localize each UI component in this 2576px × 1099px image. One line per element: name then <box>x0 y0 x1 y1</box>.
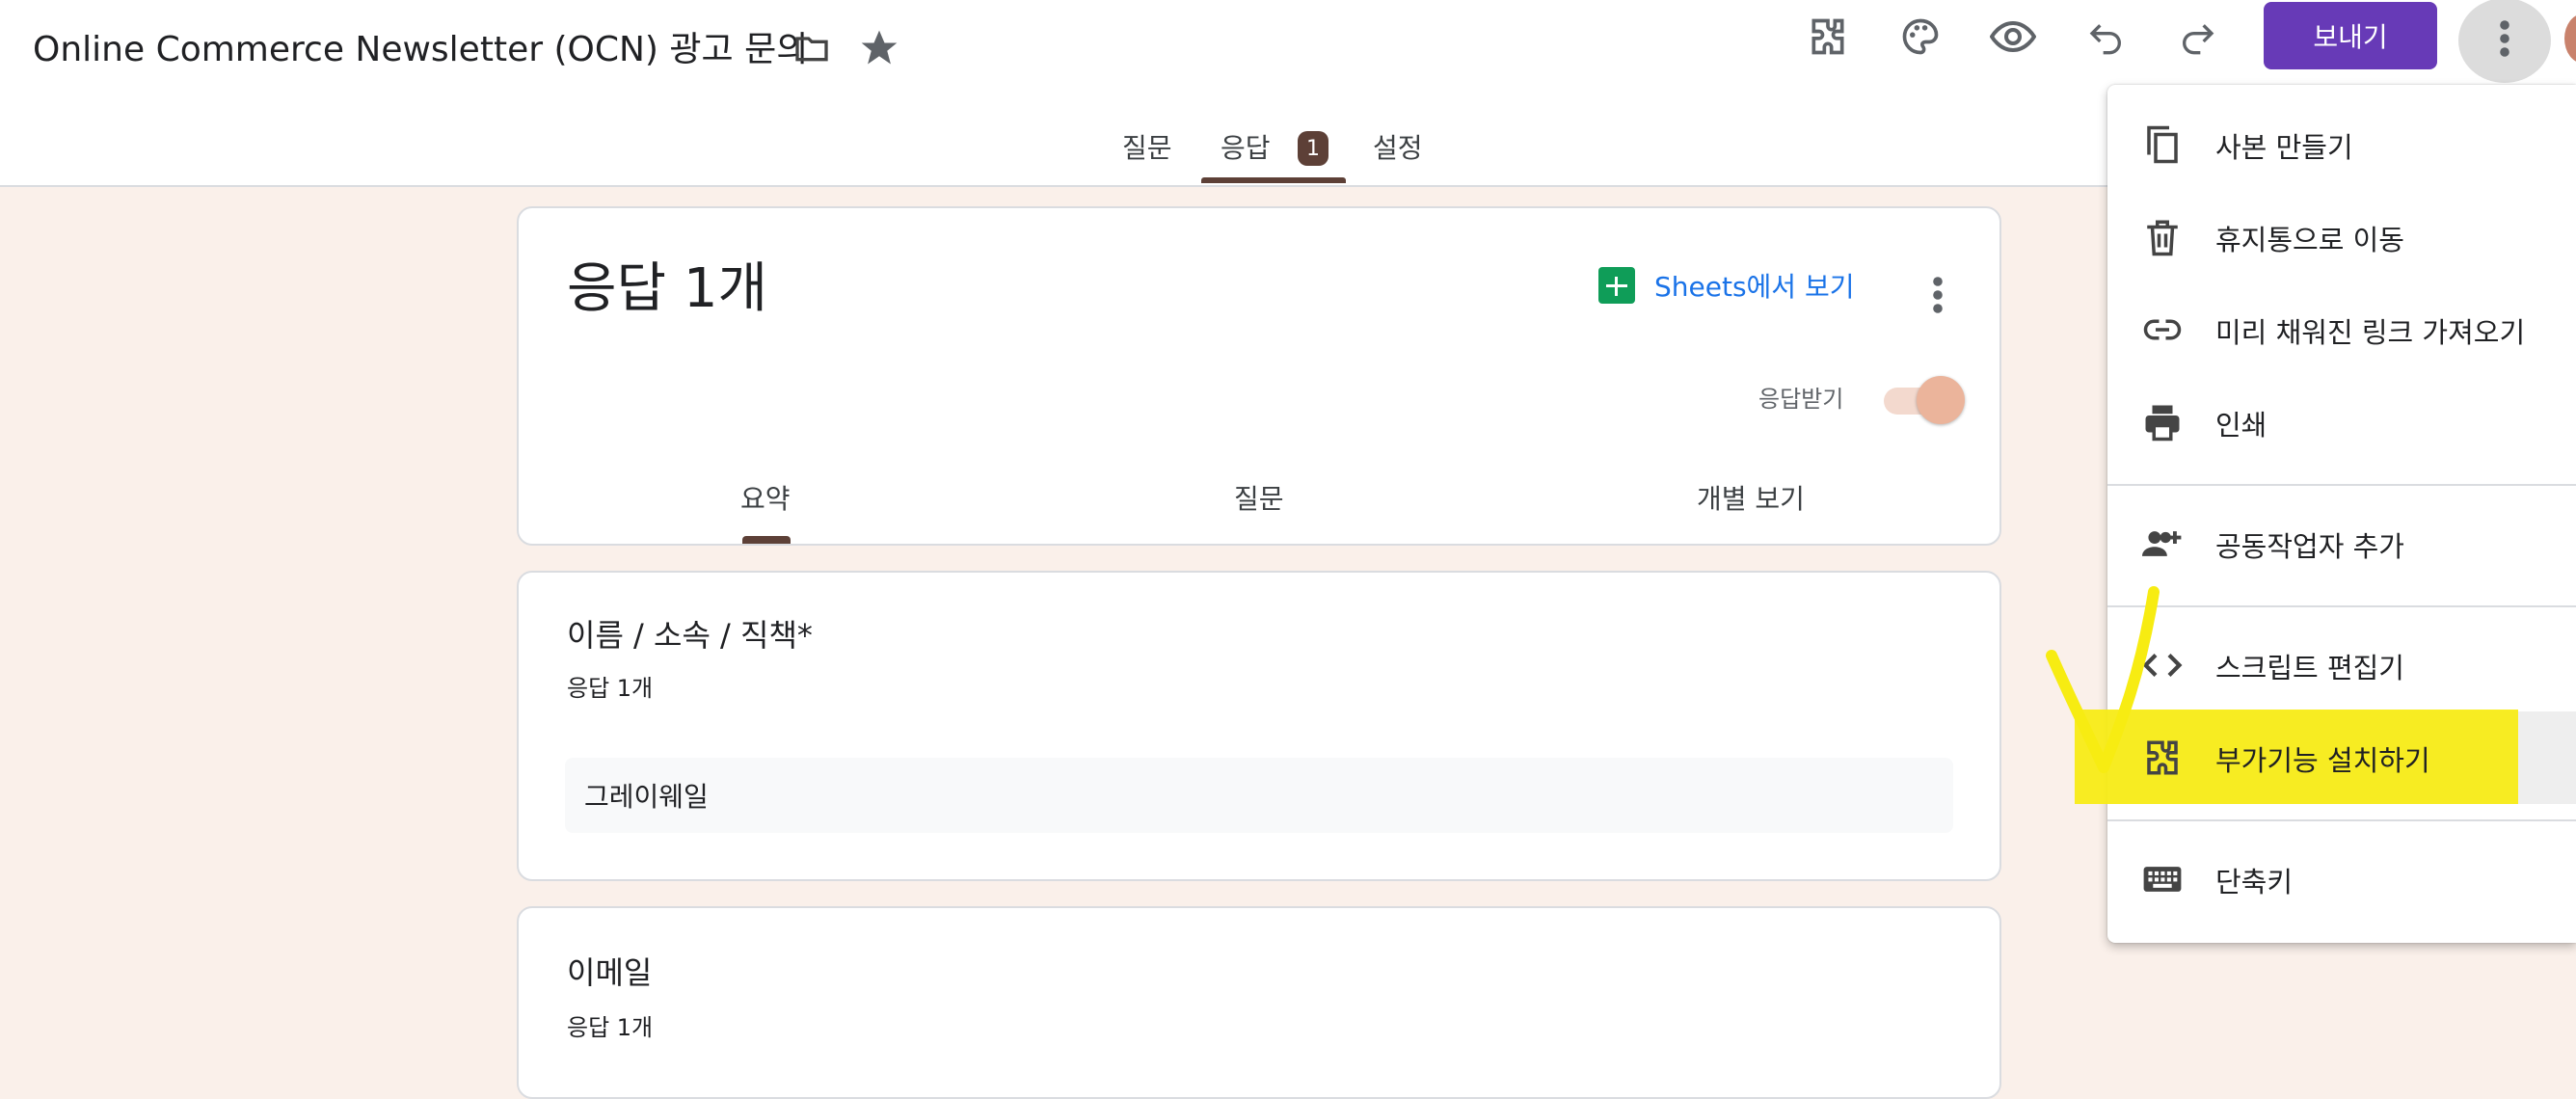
menu-item-label: 미리 채워진 링크 가져오기 <box>2215 316 2526 349</box>
menu-item-move-to-trash[interactable]: 휴지통으로 이동 <box>2107 202 2576 270</box>
menu-item-prefilled-link[interactable]: 미리 채워진 링크 가져오기 <box>2107 295 2576 362</box>
accepting-responses-label: 응답받기 <box>1758 386 1844 413</box>
menu-item-label: 단축키 <box>2215 866 2294 898</box>
tab-settings[interactable]: 설정 <box>1373 127 1423 166</box>
menu-divider <box>2107 484 2576 486</box>
subtab-individual[interactable]: 개별 보기 <box>1697 478 1805 517</box>
question-title: 이메일 <box>567 954 653 991</box>
menu-item-label: 휴지통으로 이동 <box>2215 224 2404 256</box>
more-options-button[interactable] <box>2458 0 2551 83</box>
document-title[interactable]: Online Commerce Newsletter (OCN) 광고 문의 <box>33 21 808 71</box>
answer-item: 그레이웨일 <box>565 758 1953 833</box>
add-people-icon <box>2142 523 2183 564</box>
subtab-summary[interactable]: 요약 <box>740 478 791 517</box>
responses-count-badge: 1 <box>1298 131 1328 166</box>
menu-item-print[interactable]: 인쇄 <box>2107 388 2576 455</box>
preview-eye-icon[interactable] <box>1990 17 2036 56</box>
keyboard-icon <box>2142 859 2183 899</box>
more-vert-icon <box>2499 19 2510 58</box>
tab-responses[interactable]: 응답 <box>1221 127 1271 166</box>
sheets-icon <box>1598 267 1635 304</box>
question-response-count: 응답 1개 <box>567 675 654 702</box>
avatar[interactable] <box>2564 13 2576 64</box>
view-in-sheets-link[interactable]: Sheets에서 보기 <box>1598 266 1854 305</box>
redo-icon[interactable] <box>2177 17 2217 56</box>
menu-item-add-collaborators[interactable]: 공동작업자 추가 <box>2107 509 2576 576</box>
menu-item-make-copy[interactable]: 사본 만들기 <box>2107 110 2576 177</box>
more-options-menu: 사본 만들기 휴지통으로 이동 미리 채워진 링크 가져오기 인쇄 공동작업자 … <box>2107 85 2576 943</box>
puzzle-icon <box>2142 737 2183 778</box>
print-icon <box>2142 402 2183 442</box>
responses-more-icon[interactable] <box>1932 276 1944 314</box>
question-card: 이메일 응답 1개 <box>517 906 2001 1099</box>
menu-item-keyboard-shortcuts[interactable]: 단축키 <box>2107 844 2576 912</box>
addons-icon[interactable] <box>1807 15 1849 58</box>
palette-icon[interactable] <box>1899 15 1942 58</box>
link-icon <box>2142 309 2183 350</box>
responses-card: 응답 1개 Sheets에서 보기 응답받기 요약 질문 개별 보기 <box>517 206 2001 546</box>
menu-divider <box>2107 819 2576 821</box>
folder-icon[interactable] <box>791 29 833 67</box>
subtab-question[interactable]: 질문 <box>1234 478 1284 517</box>
active-tab-indicator <box>1201 177 1346 183</box>
question-title: 이름 / 소속 / 직책* <box>567 617 813 654</box>
tab-questions[interactable]: 질문 <box>1122 127 1172 166</box>
question-card: 이름 / 소속 / 직책* 응답 1개 그레이웨일 <box>517 571 2001 881</box>
trash-icon <box>2142 217 2183 257</box>
copy-icon <box>2142 124 2183 165</box>
menu-item-label: 공동작업자 추가 <box>2215 530 2404 563</box>
menu-item-label: 스크립트 편집기 <box>2215 652 2404 684</box>
undo-icon[interactable] <box>2086 17 2127 56</box>
send-button[interactable]: 보내기 <box>2264 2 2437 69</box>
menu-item-label: 사본 만들기 <box>2215 131 2353 164</box>
toggle-thumb[interactable] <box>1917 376 1965 424</box>
menu-item-label: 인쇄 <box>2215 409 2267 442</box>
subtab-active-indicator <box>742 536 791 544</box>
question-response-count: 응답 1개 <box>567 1014 654 1041</box>
view-in-sheets-label: Sheets에서 보기 <box>1654 271 1855 303</box>
responses-title: 응답 1개 <box>567 257 767 320</box>
star-icon[interactable] <box>858 27 900 69</box>
install-addons-label-overlay: 부가기능 설치하기 <box>2215 744 2430 777</box>
